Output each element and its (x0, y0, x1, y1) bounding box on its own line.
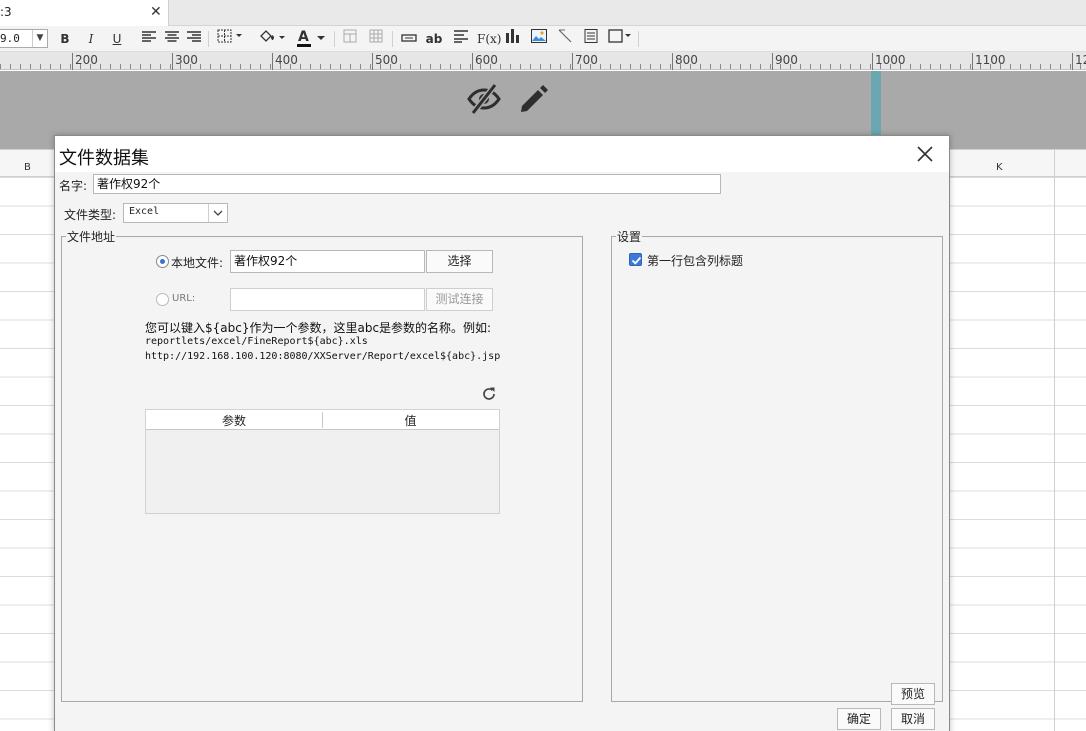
eye-slash-icon[interactable] (466, 81, 502, 120)
column-header-b[interactable]: B (24, 162, 31, 173)
ruler-label: 1100 (972, 53, 1006, 70)
first-row-header-checkbox[interactable] (629, 253, 642, 266)
toolbar-separator (392, 31, 393, 47)
file-type-value: Excel (129, 206, 160, 217)
file-address-group-title: 文件地址 (66, 228, 117, 245)
font-size-select[interactable]: 9.0 ▼ (0, 29, 48, 48)
param-column-header: 参数 (221, 414, 246, 428)
slash-icon[interactable] (556, 29, 574, 49)
parameter-hint-example-2: http://192.168.100.120:8080/XXServer/Rep… (145, 351, 501, 362)
file-dataset-dialog: 文件数据集 名字: 著作权92个 文件类型: Excel 文件地址 本地文件: … (54, 135, 950, 731)
bold-button[interactable]: B (58, 29, 72, 49)
tab-report[interactable]: :3 ✕ (0, 0, 169, 26)
dialog-header: 文件数据集 (55, 136, 949, 172)
underline-button[interactable]: U (110, 29, 124, 49)
local-file-radio[interactable] (156, 255, 169, 268)
formula-button[interactable]: F(x) (477, 29, 501, 49)
align-center-icon[interactable] (164, 29, 180, 49)
cancel-button[interactable]: 取消 (891, 708, 935, 730)
align-right-icon[interactable] (186, 29, 202, 49)
ok-button[interactable]: 确定 (837, 708, 881, 730)
format-toolbar: 9.0 ▼ B I U A ab F(x) (0, 26, 1086, 52)
text-field-icon[interactable] (400, 29, 418, 49)
chevron-down-icon[interactable]: ▼ (32, 30, 47, 47)
name-input[interactable]: 著作权92个 (93, 174, 721, 194)
pencil-icon[interactable] (517, 81, 551, 118)
parameter-hint-example-1: reportlets/excel/FineReport${abc}.xls (145, 336, 368, 347)
choose-file-button[interactable]: 选择 (426, 250, 493, 273)
parameter-table[interactable]: 参数 值 (145, 409, 500, 514)
file-type-label: 文件类型: (64, 208, 117, 222)
ruler-label: 12 (1072, 53, 1086, 70)
refresh-icon[interactable] (481, 386, 497, 402)
font-size-value: 9.0 (0, 32, 20, 45)
toolbar-separator (638, 31, 639, 47)
toolbar-separator (334, 31, 335, 47)
test-connection-button[interactable]: 测试连接 (426, 288, 493, 311)
ruler-label: 500 (372, 53, 398, 70)
tab-bar: :3 ✕ (0, 0, 1086, 26)
chart-icon[interactable] (504, 29, 522, 49)
local-file-label: 本地文件: (171, 256, 224, 270)
checkmark-icon (631, 256, 642, 265)
tab-title: :3 (0, 5, 12, 19)
first-row-header-label: 第一行包含列标题 (647, 254, 744, 268)
horizontal-ruler: 200 300 400 500 600 700 800 900 1000 110… (0, 52, 1086, 70)
font-color-icon[interactable]: A (296, 29, 328, 49)
preview-button[interactable]: 预览 (891, 683, 935, 705)
value-column-header: 值 (322, 412, 498, 428)
name-label: 名字: (59, 179, 88, 193)
column-header-k[interactable]: K (996, 162, 1003, 173)
ruler-label: 200 (72, 53, 98, 70)
ruler-label: 700 (572, 53, 598, 70)
image-icon[interactable] (530, 29, 548, 49)
align-left-icon[interactable] (141, 29, 157, 49)
split-cells-icon[interactable] (368, 29, 384, 49)
url-radio[interactable] (156, 293, 169, 306)
ruler-ticks (0, 64, 1086, 69)
paragraph-icon[interactable] (452, 29, 470, 49)
settings-group-title: 设置 (616, 228, 643, 245)
ruler-label: 800 (672, 53, 698, 70)
parameter-hint-text: 您可以键入${abc}作为一个参数，这里abc是参数的名称。例如: (145, 321, 492, 335)
parameter-table-header: 参数 值 (146, 410, 499, 430)
subreport-icon[interactable] (582, 29, 600, 49)
text-type-button[interactable]: ab (425, 29, 443, 49)
tab-close-icon[interactable]: ✕ (150, 3, 162, 21)
toolbar-separator (208, 31, 209, 47)
fill-color-icon[interactable] (256, 29, 288, 49)
frame-icon[interactable] (608, 29, 632, 49)
local-file-input[interactable]: 著作权92个 (230, 250, 425, 273)
ruler-label: 300 (172, 53, 198, 70)
ruler-label: 400 (272, 53, 298, 70)
column-divider (1054, 149, 1055, 731)
url-label: URL: (172, 293, 196, 304)
ruler-label: 600 (472, 53, 498, 70)
settings-group: 设置 (611, 228, 943, 702)
file-type-select[interactable]: Excel (123, 203, 228, 223)
merge-cells-icon[interactable] (342, 29, 358, 49)
border-icon[interactable] (216, 29, 246, 49)
ruler-label: 1000 (872, 53, 906, 70)
dialog-title: 文件数据集 (59, 148, 149, 169)
url-input[interactable] (230, 288, 425, 311)
close-icon[interactable] (913, 142, 937, 166)
chevron-down-icon[interactable] (208, 204, 227, 222)
ruler-label: 900 (772, 53, 798, 70)
italic-button[interactable]: I (84, 29, 98, 49)
